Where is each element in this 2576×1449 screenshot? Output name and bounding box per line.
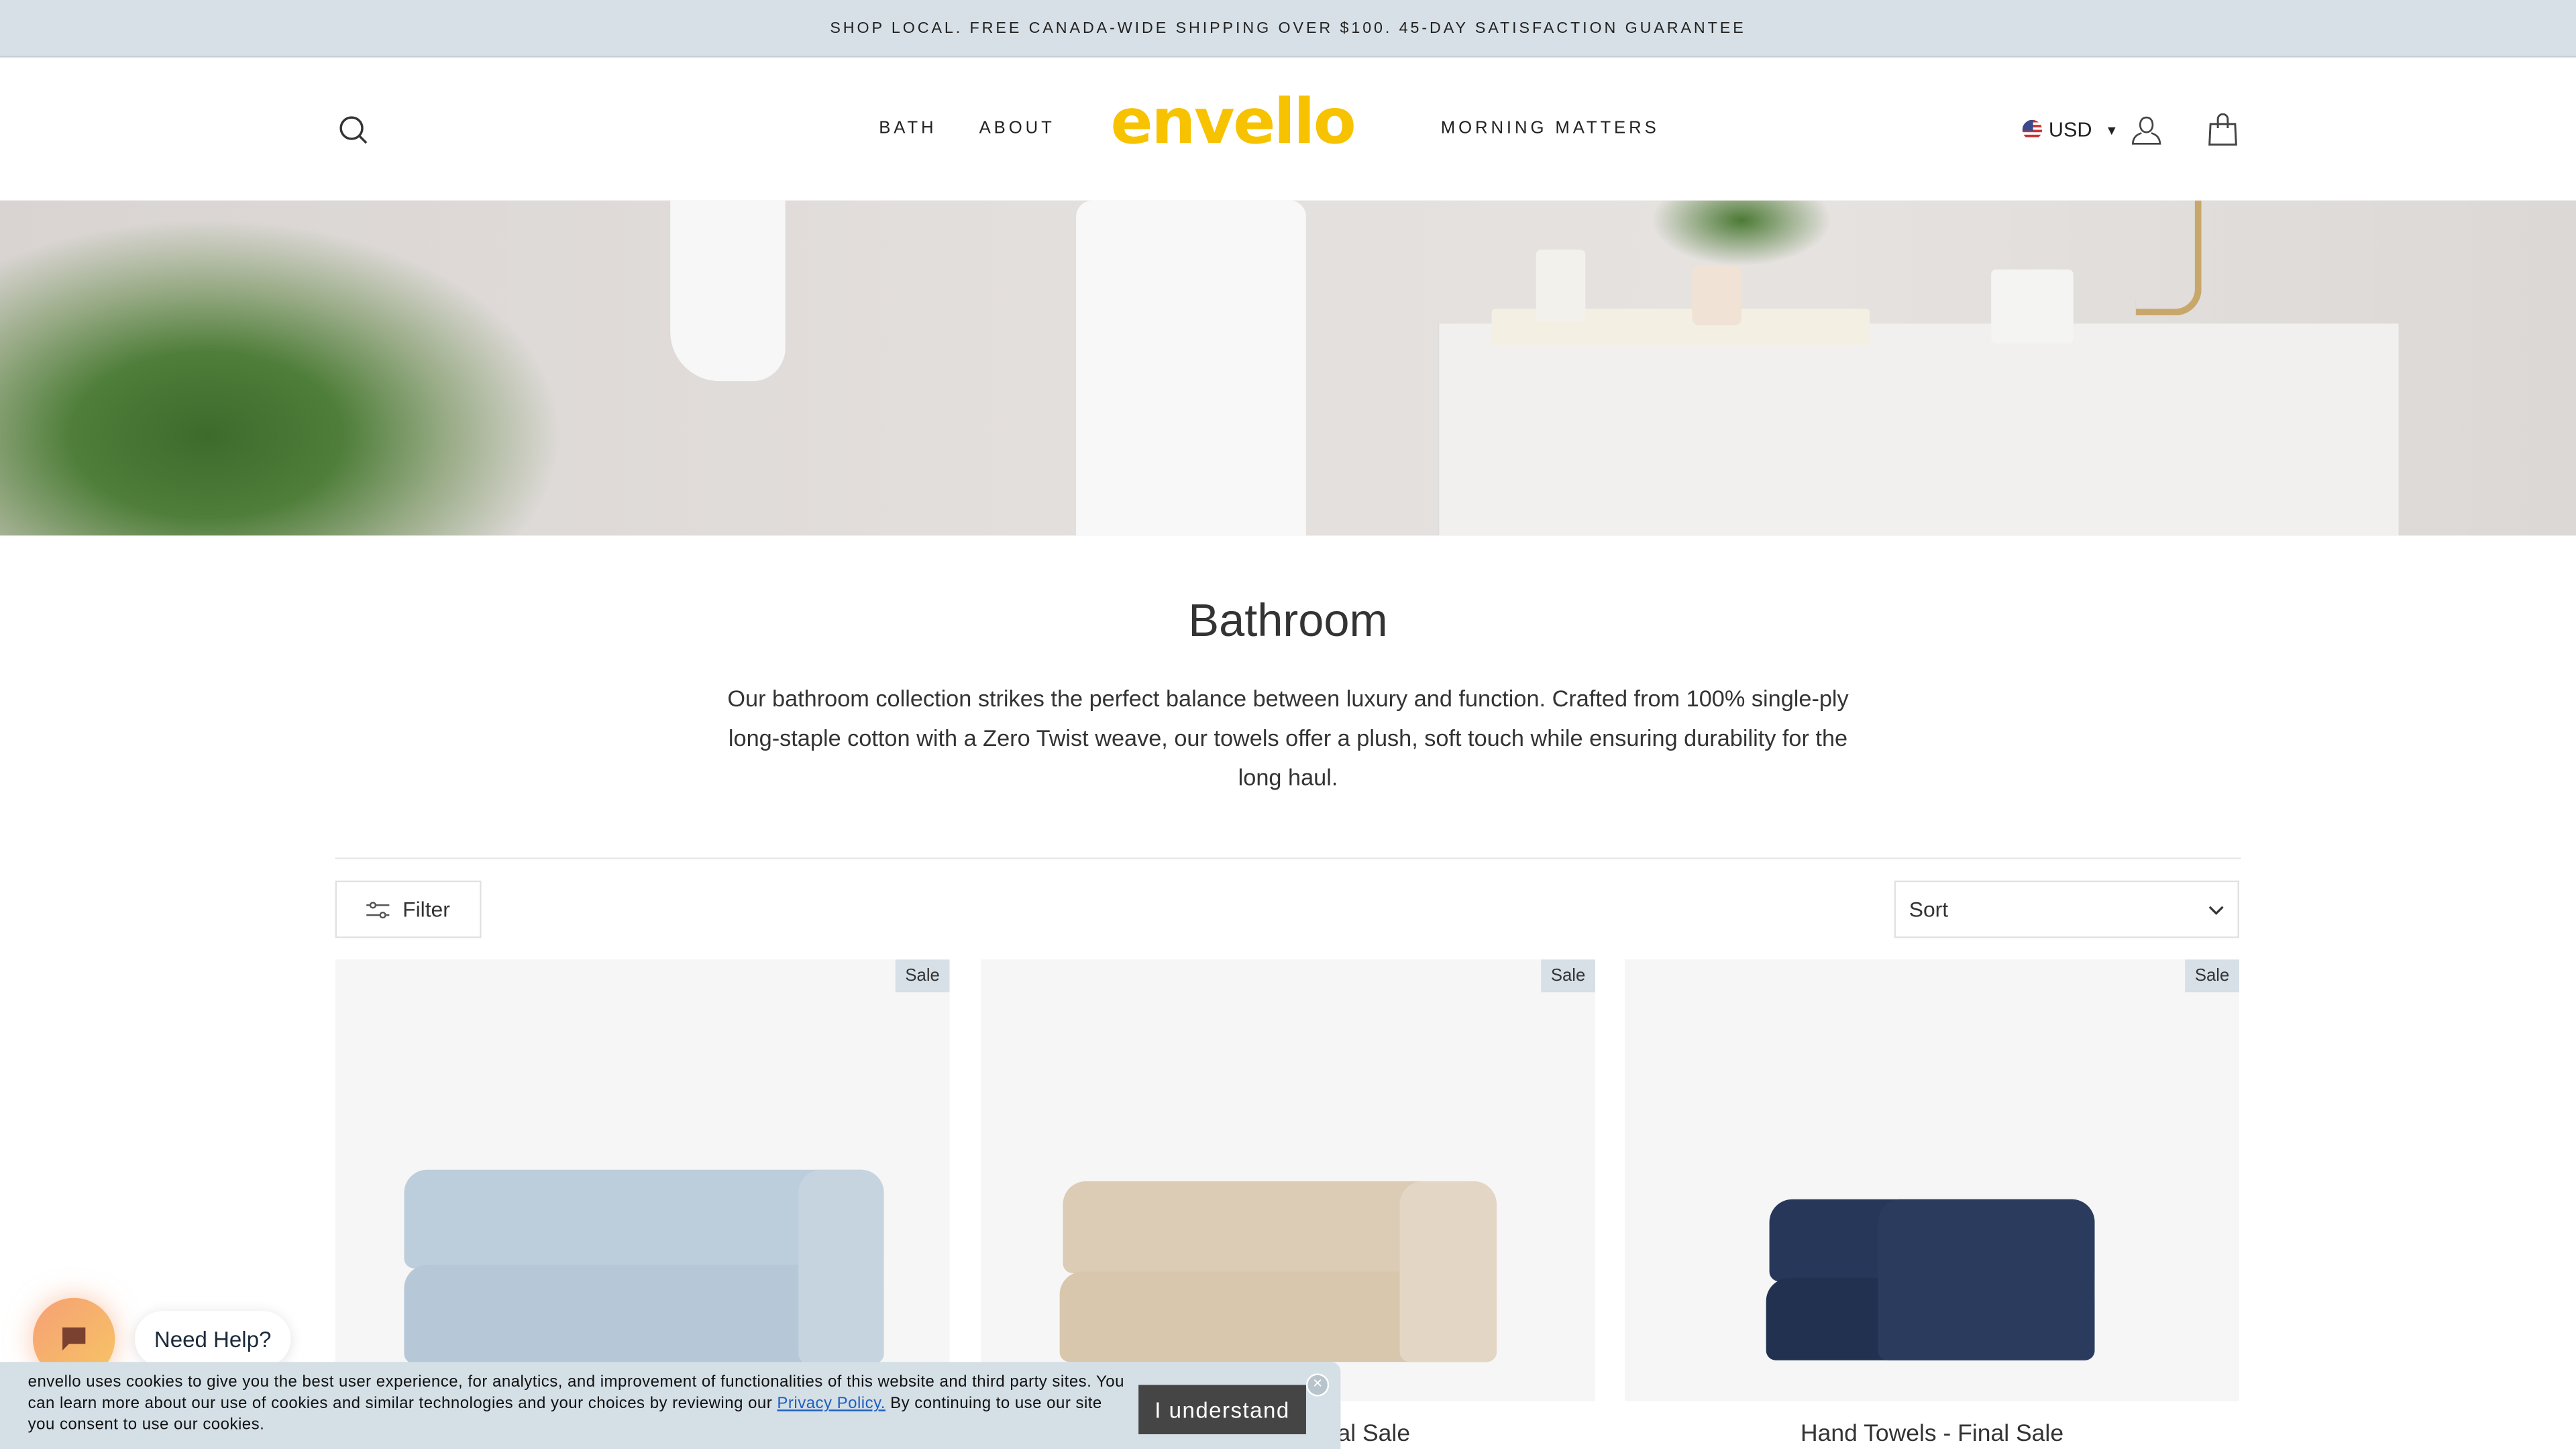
sale-badge: Sale (2185, 959, 2239, 993)
filter-button[interactable]: Filter (335, 880, 482, 938)
collection-title: Bathroom (1188, 594, 1388, 646)
product-title[interactable]: Hand Towels - Final Sale (1625, 1421, 2239, 1447)
close-icon[interactable]: × (1305, 1373, 1330, 1397)
logo[interactable]: envello (1111, 85, 1356, 158)
sale-badge: Sale (895, 959, 950, 993)
user-icon[interactable] (2131, 115, 2162, 146)
privacy-policy-link[interactable]: Privacy Policy. (777, 1395, 885, 1413)
currency-label: USD (2048, 118, 2092, 142)
hero-banner-image (0, 200, 2576, 536)
i-understand-button[interactable]: I understand (1138, 1385, 1306, 1434)
announcement-text: SHOP LOCAL. FREE CANADA-WIDE SHIPPING OV… (830, 19, 1746, 38)
shopping-bag-icon[interactable] (2206, 113, 2239, 146)
product-card[interactable]: Sale (981, 959, 1595, 1401)
chat-bubble-icon (62, 1327, 86, 1351)
us-flag-icon (2022, 119, 2043, 140)
sort-select[interactable]: Sort (1894, 880, 2239, 938)
sort-label: Sort (1909, 897, 1949, 922)
nav-bath[interactable]: BATH (879, 118, 936, 138)
divider (335, 857, 2241, 859)
i-understand-label: I understand (1155, 1397, 1290, 1422)
nav-about[interactable]: ABOUT (979, 118, 1055, 138)
cookie-text: envello uses cookies to give you the bes… (28, 1372, 1132, 1436)
sliders-icon (366, 901, 390, 918)
chevron-down-icon (2208, 905, 2224, 914)
sale-badge: Sale (1541, 959, 1595, 993)
collection-description: Our bathroom collection strikes the perf… (727, 685, 1849, 790)
product-title[interactable]: al Sale (1337, 1421, 1410, 1447)
nav-morning-matters[interactable]: MORNING MATTERS (1441, 118, 1660, 138)
product-card[interactable]: Sale (1625, 959, 2239, 1401)
announcement-bar: SHOP LOCAL. FREE CANADA-WIDE SHIPPING OV… (0, 0, 2576, 58)
caret-down-icon: ▼ (2105, 122, 2118, 138)
need-help-bubble[interactable]: Need Help? (134, 1311, 291, 1367)
currency-selector[interactable]: USD ▼ (2022, 118, 2118, 142)
filter-label: Filter (402, 897, 450, 922)
need-help-label: Need Help? (154, 1326, 272, 1352)
product-card[interactable]: Sale (335, 959, 950, 1401)
search-icon[interactable] (338, 115, 368, 144)
